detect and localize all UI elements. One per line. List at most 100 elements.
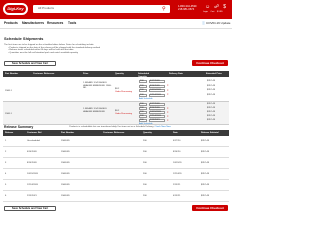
remove-schedule-icon[interactable]: × <box>167 107 168 110</box>
col-part-number: Part Number <box>61 132 75 134</box>
covid-link[interactable]: ⓘCOVID-19 Update <box>202 21 230 26</box>
release-number: 2 <box>5 151 7 153</box>
continue-checkout-button[interactable]: Continue Checkout <box>192 60 228 66</box>
col-quantity: Quantity <box>115 73 124 75</box>
remove-schedule-icon[interactable]: × <box>167 89 168 92</box>
release-ref: 6/14/2020 <box>27 151 37 153</box>
quantity-status: Order Processing <box>115 91 133 93</box>
part-number[interactable]: 1568-1 <box>5 90 12 93</box>
site-header: Digi-Key All Products ⚲ 1-800-344-4539 2… <box>0 0 232 19</box>
sched-qty: 200 <box>140 89 144 92</box>
extended-price: $357.48 <box>207 115 215 118</box>
release-ref: 10/15/2020 <box>27 173 38 175</box>
delivery-date: 10/15/2020 <box>150 89 161 92</box>
col-customer-reference: Customer Reference <box>103 132 125 134</box>
col-quantity: Quantity <box>143 132 152 134</box>
col-date: Date <box>173 132 178 134</box>
nav-products[interactable]: Products <box>4 21 18 26</box>
release-number: 4 <box>5 173 7 175</box>
release-part[interactable]: 1568-ND <box>61 173 70 176</box>
intro-bullet: • Quantities must be full reel/standard … <box>8 51 78 54</box>
remove-schedule-icon[interactable]: × <box>167 119 168 122</box>
table-row: 5 12/14/2020 1568-ND 200 2/15/21 $357.48 <box>3 180 229 191</box>
sched-qty: 200 <box>140 119 144 122</box>
remove-schedule-icon[interactable]: × <box>167 93 168 96</box>
remove-schedule-icon[interactable]: × <box>167 84 168 87</box>
info-icon: ⓘ <box>202 21 206 25</box>
intro-text: The first items are to be shipped on the… <box>4 44 214 54</box>
release-ref: Unscheduled <box>27 140 40 142</box>
logo-text: Digi-Key <box>5 5 26 13</box>
header-icon-labels: Login Cart $ USD <box>203 11 225 13</box>
user-icon[interactable]: ☺ <box>205 4 210 10</box>
save-schedule-button[interactable]: Save Schedule and View Cart <box>4 61 56 66</box>
table-row: 1 Unscheduled 1568-ND 200 6/17/20 $357.4… <box>3 136 229 147</box>
table-row: 3 8/14/2020 1568-ND 200 10/15/20 $357.48 <box>3 158 229 169</box>
note-text: Products in schedulable lots are transfe… <box>69 126 154 128</box>
extended-price: $357.48 <box>207 119 215 122</box>
delivery-date: 8/14/2020 <box>150 107 160 110</box>
login-label[interactable]: Login <box>203 11 208 13</box>
col-release-subtotal: Release Subtotal <box>201 132 219 134</box>
release-qty: 200 <box>143 173 147 175</box>
release-subtotal: $357.48 <box>201 140 209 142</box>
release-number: 3 <box>5 162 7 164</box>
nav-resources[interactable]: Resources <box>47 21 63 26</box>
release-part[interactable]: 1568-ND <box>61 151 70 154</box>
schedule-note: Products in schedulable lots are transfe… <box>40 126 200 129</box>
part-description: 1.5M ARD 3.5/8 SHIELD HEADER EMBEDDED <box>83 108 107 113</box>
currency-icon[interactable]: $ <box>223 4 226 10</box>
release-part[interactable]: 1568-ND <box>61 195 70 198</box>
release-subtotal: $357.48 <box>201 195 209 197</box>
delivery-date: 6/17/2020 <box>150 103 160 106</box>
release-subtotal: $357.48 <box>201 184 209 186</box>
release-qty: 200 <box>143 184 147 186</box>
nav-tools[interactable]: Tools <box>68 21 76 26</box>
col-part-number: Part Number <box>5 73 19 75</box>
release-part[interactable]: 1568-ND <box>61 140 70 143</box>
table-row: 4 10/15/2020 1568-ND 200 12/14/20 $357.4… <box>3 169 229 180</box>
delivery-date: 8/14/2020 <box>150 84 160 87</box>
main-nav: Products Manufacturers Resources Tools ⓘ… <box>0 19 232 29</box>
digikey-logo[interactable]: Digi-Key <box>3 3 28 15</box>
col-delivery-date: Delivery Date <box>169 73 183 75</box>
note-link[interactable]: Check Now Now <box>155 126 171 128</box>
part-number[interactable]: 1568-1 <box>5 113 12 116</box>
release-part[interactable]: 1568-ND <box>61 184 70 187</box>
add-schedule-link[interactable]: Add Schedule <box>139 123 153 126</box>
col-price: Price <box>83 73 89 75</box>
phone-line-2: 218-681-6674 <box>178 8 195 12</box>
cart-icon[interactable]: ☍ <box>214 4 219 10</box>
extended-price: $357.48 <box>207 111 215 114</box>
remove-schedule-icon[interactable]: × <box>167 111 168 114</box>
col-customer-ref: Customer Ref. <box>27 132 42 134</box>
continue-checkout-button-bottom[interactable]: Continue Checkout <box>192 205 228 211</box>
cart-label[interactable]: Cart <box>210 11 214 13</box>
release-qty: 200 <box>143 195 147 197</box>
table-row: 2 6/14/2020 1568-ND 200 8/14/20 $357.48 <box>3 147 229 158</box>
bullet-text-3: Quantities must be full reel/standard pa… <box>9 51 78 54</box>
extended-price: $357.48 <box>207 89 215 92</box>
release-date: 2/15/21 <box>173 184 181 186</box>
part-description: 1.5M ARD 3.5/8 SHIELD HEADER EMBEDDED 15… <box>83 82 112 90</box>
release-part[interactable]: 1568-ND <box>61 162 70 165</box>
remove-schedule-icon[interactable]: × <box>167 115 168 118</box>
search-input[interactable]: All Products <box>33 5 170 13</box>
extended-price: $357.48 <box>207 80 215 83</box>
release-date: 4/15/21 <box>173 195 181 197</box>
release-date: 8/14/20 <box>173 151 181 153</box>
extended-price: $357.48 <box>207 103 215 106</box>
release-date: 10/15/20 <box>173 162 182 164</box>
table-row: 1568-1 1.5M ARD 3.5/8 SHIELD HEADER EMBE… <box>3 77 229 102</box>
delivery-date: 6/17/2020 <box>150 80 160 83</box>
save-schedule-button-bottom[interactable]: Save Schedule and View Cart <box>4 206 56 211</box>
col-release: Release <box>5 132 14 134</box>
delivery-date: 2/15/2021 <box>150 119 160 122</box>
phone-numbers: 1-800-344-4539 218-681-6674 <box>178 5 196 11</box>
release-subtotal: $357.48 <box>201 173 209 175</box>
currency-label[interactable]: $ USD <box>217 11 223 13</box>
nav-manufacturers[interactable]: Manufacturers <box>22 21 44 26</box>
search-icon[interactable]: ⚲ <box>162 6 168 12</box>
add-schedule-link[interactable]: Add Schedule <box>139 98 153 101</box>
release-number: 1 <box>5 140 7 142</box>
